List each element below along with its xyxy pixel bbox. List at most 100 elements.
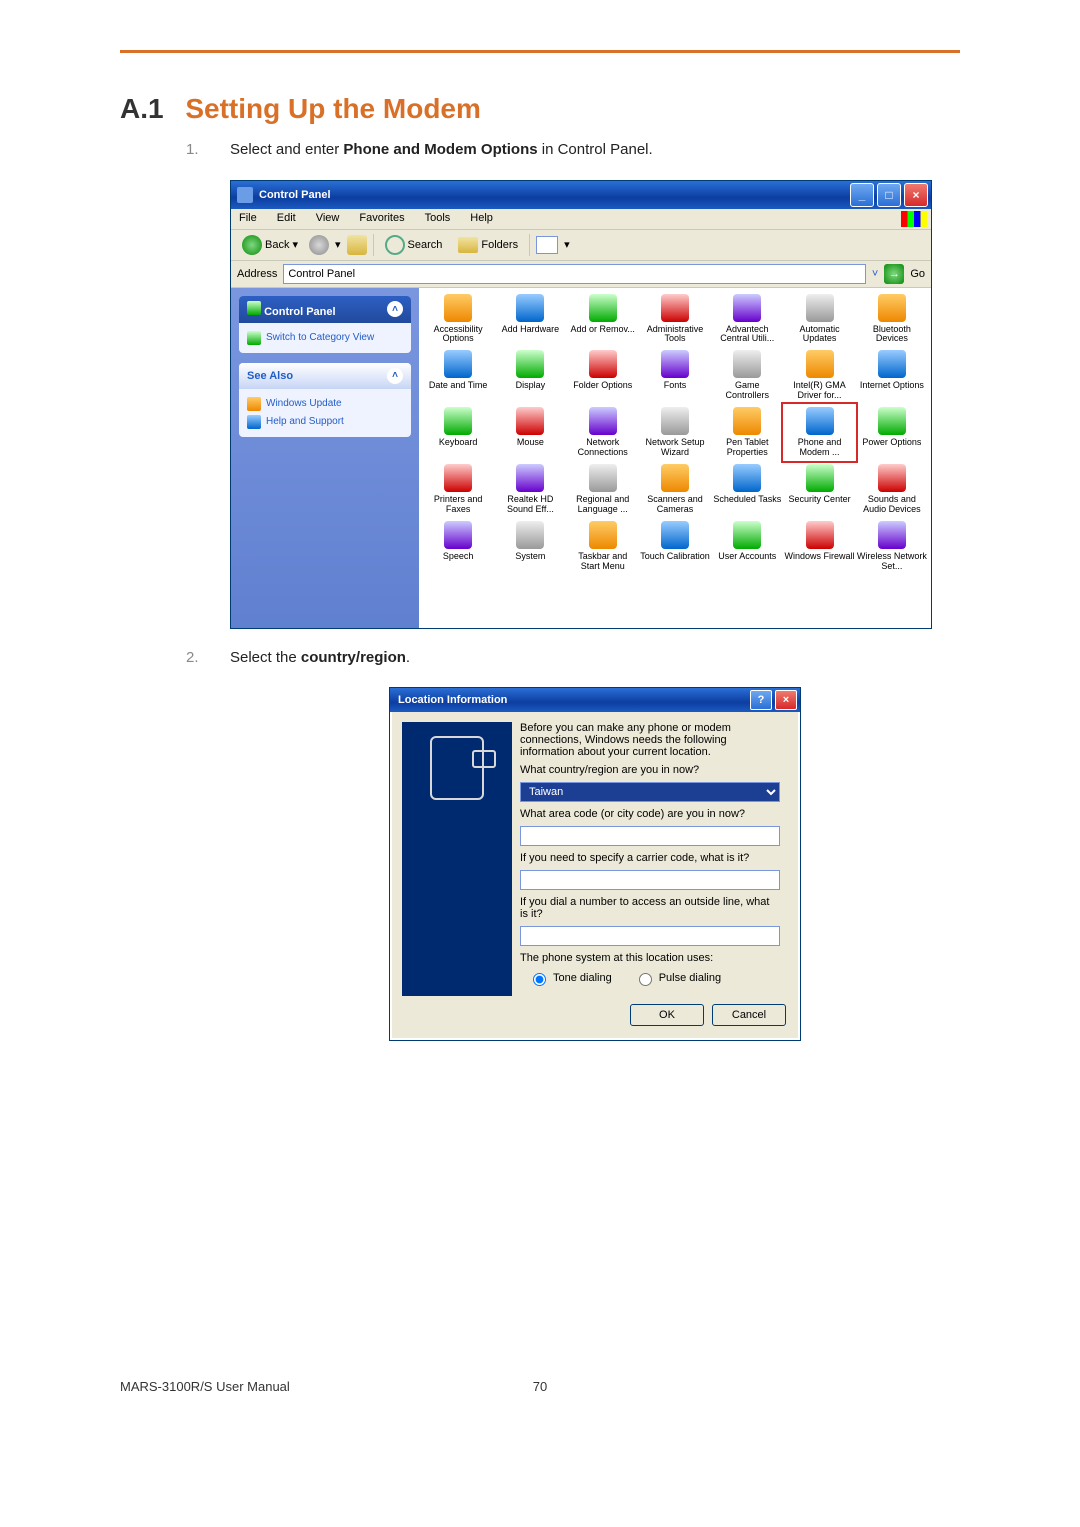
cp-item-wireless-network-set[interactable]: Wireless Network Set... [857, 519, 927, 574]
cp-item-scheduled-tasks[interactable]: Scheduled Tasks [712, 462, 782, 517]
cp-item-speech[interactable]: Speech [423, 519, 493, 574]
search-button[interactable]: Search [380, 233, 448, 257]
cp-item-display[interactable]: Display [495, 348, 565, 403]
menu-help[interactable]: Help [466, 211, 497, 227]
ok-button[interactable]: OK [630, 1004, 704, 1026]
forward-button[interactable] [309, 235, 329, 255]
cp-item-windows-firewall[interactable]: Windows Firewall [784, 519, 854, 574]
cp-item-date-and-time[interactable]: Date and Time [423, 348, 493, 403]
cp-item-icon [661, 407, 689, 435]
cp-item-user-accounts[interactable]: User Accounts [712, 519, 782, 574]
toolbar: Back ▾ ▾ Search Folders ▾ [231, 230, 931, 261]
menu-favorites[interactable]: Favorites [355, 211, 408, 227]
cp-item-label: Wireless Network Set... [857, 552, 927, 572]
cp-item-network-setup-wizard[interactable]: Network Setup Wizard [640, 405, 710, 460]
cp-item-sounds-and-audio-devices[interactable]: Sounds and Audio Devices [857, 462, 927, 517]
cp-item-pen-tablet-properties[interactable]: Pen Tablet Properties [712, 405, 782, 460]
go-label: Go [910, 268, 925, 280]
cp-item-icon [589, 521, 617, 549]
cp-item-realtek-hd-sound-eff[interactable]: Realtek HD Sound Eff... [495, 462, 565, 517]
cp-item-label: Accessibility Options [423, 325, 493, 345]
cp-item-label: Internet Options [860, 381, 924, 391]
panel-heading[interactable]: Control Panel ˄ [239, 296, 411, 323]
address-input[interactable] [283, 264, 866, 284]
location-information-dialog: Location Information ? × Before you can … [389, 687, 801, 1041]
cp-item-bluetooth-devices[interactable]: Bluetooth Devices [857, 292, 927, 347]
close-button[interactable]: × [904, 183, 928, 207]
maximize-button[interactable]: □ [877, 183, 901, 207]
cp-item-icon [733, 350, 761, 378]
area-code-input[interactable] [520, 826, 780, 846]
cp-item-add-hardware[interactable]: Add Hardware [495, 292, 565, 347]
cancel-button[interactable]: Cancel [712, 1004, 786, 1026]
cp-item-network-connections[interactable]: Network Connections [568, 405, 638, 460]
help-button[interactable]: ? [750, 690, 772, 710]
panel-heading[interactable]: See Also ˄ [239, 363, 411, 389]
menu-file[interactable]: File [235, 211, 261, 227]
collapse-icon[interactable]: ˄ [387, 301, 403, 317]
cp-item-advantech-central-utili[interactable]: Advantech Central Utili... [712, 292, 782, 347]
cp-item-keyboard[interactable]: Keyboard [423, 405, 493, 460]
window-titlebar: Control Panel _ □ × [231, 181, 931, 209]
menu-view[interactable]: View [312, 211, 344, 227]
dialog-banner [402, 722, 512, 996]
cp-item-administrative-tools[interactable]: Administrative Tools [640, 292, 710, 347]
cp-item-game-controllers[interactable]: Game Controllers [712, 348, 782, 403]
cp-item-security-center[interactable]: Security Center [784, 462, 854, 517]
cp-item-touch-calibration[interactable]: Touch Calibration [640, 519, 710, 574]
back-button[interactable]: Back ▾ [237, 233, 303, 257]
cp-item-icon [733, 407, 761, 435]
cp-item-mouse[interactable]: Mouse [495, 405, 565, 460]
cp-item-icon [806, 294, 834, 322]
close-button[interactable]: × [775, 690, 797, 710]
collapse-icon[interactable]: ˄ [387, 368, 403, 384]
outside-line-input[interactable] [520, 926, 780, 946]
cp-item-power-options[interactable]: Power Options [857, 405, 927, 460]
cp-item-label: Display [516, 381, 546, 391]
address-bar: Address ˅ → Go [231, 261, 931, 288]
cp-item-taskbar-and-start-menu[interactable]: Taskbar and Start Menu [568, 519, 638, 574]
cp-item-label: Sounds and Audio Devices [857, 495, 927, 515]
cp-item-accessibility-options[interactable]: Accessibility Options [423, 292, 493, 347]
carrier-code-input[interactable] [520, 870, 780, 890]
cp-item-add-or-remov[interactable]: Add or Remov... [568, 292, 638, 347]
country-select[interactable]: Taiwan [520, 782, 780, 802]
cp-item-intel-r-gma-driver-for[interactable]: Intel(R) GMA Driver for... [784, 348, 854, 403]
address-dropdown[interactable]: ˅ [872, 268, 878, 280]
cp-item-system[interactable]: System [495, 519, 565, 574]
phone-illustration-icon [430, 736, 484, 800]
menu-edit[interactable]: Edit [273, 211, 300, 227]
cp-item-icon [878, 350, 906, 378]
minimize-button[interactable]: _ [850, 183, 874, 207]
cp-item-phone-and-modem[interactable]: Phone and Modem ... [784, 405, 854, 460]
cp-item-scanners-and-cameras[interactable]: Scanners and Cameras [640, 462, 710, 517]
cp-item-printers-and-faxes[interactable]: Printers and Faxes [423, 462, 493, 517]
pulse-dialing-radio[interactable]: Pulse dialing [634, 970, 721, 986]
cp-item-label: Intel(R) GMA Driver for... [784, 381, 854, 401]
help-support-link[interactable]: Help and Support [247, 413, 403, 431]
windows-update-link[interactable]: Windows Update [247, 395, 403, 413]
dialog-form: Before you can make any phone or modem c… [512, 722, 788, 996]
folders-button[interactable]: Folders [453, 235, 523, 255]
cp-item-icon [444, 350, 472, 378]
cp-item-label: Add or Remov... [571, 325, 635, 335]
step-2: 2. Select the country/region. [186, 647, 960, 670]
cp-item-label: Scheduled Tasks [713, 495, 781, 505]
tone-dialing-radio[interactable]: Tone dialing [528, 970, 612, 986]
cp-item-icon [444, 294, 472, 322]
section-heading: A.1 Setting Up the Modem [120, 93, 960, 125]
cp-item-icon [878, 407, 906, 435]
cp-item-folder-options[interactable]: Folder Options [568, 348, 638, 403]
cp-item-automatic-updates[interactable]: Automatic Updates [784, 292, 854, 347]
menu-tools[interactable]: Tools [421, 211, 455, 227]
cp-item-icon [444, 464, 472, 492]
windows-update-icon [247, 397, 261, 411]
views-button[interactable] [536, 236, 558, 254]
cp-item-internet-options[interactable]: Internet Options [857, 348, 927, 403]
cp-item-regional-and-language[interactable]: Regional and Language ... [568, 462, 638, 517]
up-button[interactable] [347, 235, 367, 255]
go-button[interactable]: → [884, 264, 904, 284]
cp-item-icon [516, 350, 544, 378]
cp-item-fonts[interactable]: Fonts [640, 348, 710, 403]
switch-category-view-link[interactable]: Switch to Category View [247, 329, 403, 347]
